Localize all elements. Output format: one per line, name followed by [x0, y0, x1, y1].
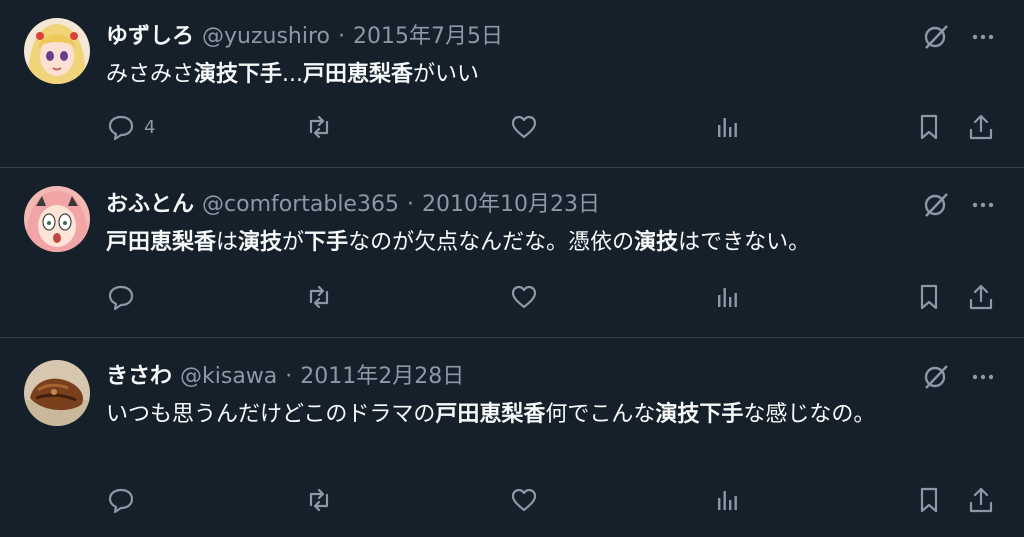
share-icon: [966, 112, 996, 142]
retweet-icon: [304, 112, 334, 142]
reply-button[interactable]: 4: [106, 112, 155, 142]
bookmark-button[interactable]: [914, 112, 944, 142]
more-icon[interactable]: [970, 192, 996, 218]
avatar[interactable]: [24, 360, 90, 426]
text-segment: ...: [282, 62, 304, 87]
views-button[interactable]: [712, 485, 742, 515]
bookmark-icon: [914, 485, 944, 515]
bookmark-button[interactable]: [914, 485, 944, 515]
tweet-text: 戸田恵梨香は演技が下手なのが欠点なんだな。憑依の演技はできない。: [106, 226, 986, 260]
username[interactable]: @yuzushiro: [202, 22, 330, 52]
like-icon: [509, 282, 539, 312]
tweet[interactable]: きさわ @kisawa · 2011年2月28日 いつも思うんだけどこのドラマの…: [0, 338, 1024, 537]
tweet-text: いつも思うんだけどこのドラマの戸田恵梨香何でこんな演技下手な感じなの。: [106, 398, 966, 432]
text-segment: がいい: [413, 62, 480, 87]
avatar[interactable]: [24, 18, 90, 84]
retweet-button[interactable]: [304, 485, 334, 515]
bookmark-button[interactable]: [914, 282, 944, 312]
retweet-button[interactable]: [304, 282, 334, 312]
bookmark-icon: [914, 282, 944, 312]
reply-icon: [106, 282, 136, 312]
text-segment: みさみさ: [106, 62, 195, 87]
more-icon[interactable]: [970, 24, 996, 50]
highlighted-text: 戸田恵梨香: [303, 62, 414, 87]
like-icon: [509, 112, 539, 142]
like-button[interactable]: [509, 282, 539, 312]
like-button[interactable]: [509, 485, 539, 515]
views-icon: [712, 282, 742, 312]
share-button[interactable]: [966, 485, 996, 515]
retweet-button[interactable]: [304, 112, 334, 142]
text-segment: な感じなの。: [743, 402, 876, 427]
tweet-header: きさわ @kisawa · 2011年2月28日: [106, 362, 464, 392]
share-button[interactable]: [966, 282, 996, 312]
tweet-text: みさみさ演技下手...戸田恵梨香がいい: [106, 58, 986, 92]
timestamp[interactable]: 2015年7月5日: [353, 22, 503, 52]
views-button[interactable]: [712, 282, 742, 312]
reply-icon: [106, 485, 136, 515]
text-segment: はできない。: [678, 230, 811, 255]
grok-icon[interactable]: [920, 190, 950, 220]
display-name[interactable]: きさわ: [106, 362, 172, 392]
retweet-icon: [304, 485, 334, 515]
bookmark-icon: [914, 112, 944, 142]
like-icon: [509, 485, 539, 515]
tweet-header: おふとん @comfortable365 · 2010年10月23日: [106, 190, 600, 220]
timestamp[interactable]: 2010年10月23日: [422, 190, 600, 220]
share-icon: [966, 485, 996, 515]
views-icon: [712, 485, 742, 515]
tweet-header: ゆずしろ @yuzushiro · 2015年7月5日: [106, 22, 503, 52]
retweet-icon: [304, 282, 334, 312]
separator: ·: [406, 192, 414, 217]
avatar[interactable]: [24, 186, 90, 252]
highlighted-text: 演技下手: [194, 62, 283, 87]
highlighted-text: 下手: [304, 230, 349, 255]
reply-button[interactable]: [106, 485, 144, 515]
reply-icon: [106, 112, 136, 142]
reply-button[interactable]: [106, 282, 144, 312]
share-icon: [966, 282, 996, 312]
text-segment: 何でこんな: [545, 402, 656, 427]
text-segment: が: [282, 230, 305, 255]
timestamp[interactable]: 2011年2月28日: [300, 362, 464, 392]
highlighted-text: 戸田恵梨香: [435, 402, 546, 427]
share-button[interactable]: [966, 112, 996, 142]
tweet[interactable]: おふとん @comfortable365 · 2010年10月23日 戸田恵梨香…: [0, 168, 1024, 338]
separator: ·: [285, 364, 293, 389]
display-name[interactable]: おふとん: [106, 190, 194, 220]
grok-icon[interactable]: [920, 362, 950, 392]
username[interactable]: @comfortable365: [202, 190, 399, 220]
text-segment: は: [216, 230, 239, 255]
text-segment: いつも思うんだけどこのドラマの: [106, 402, 436, 427]
like-button[interactable]: [509, 112, 539, 142]
more-icon[interactable]: [970, 364, 996, 390]
tweet[interactable]: ゆずしろ @yuzushiro · 2015年7月5日 みさみさ演技下手...戸…: [0, 0, 1024, 168]
highlighted-text: 戸田恵梨香: [106, 230, 217, 255]
highlighted-text: 演技: [238, 230, 283, 255]
highlighted-text: 演技: [634, 230, 679, 255]
text-segment: なのが欠点なんだな。憑依の: [348, 230, 635, 255]
grok-icon[interactable]: [920, 22, 950, 52]
views-icon: [712, 112, 742, 142]
username[interactable]: @kisawa: [180, 362, 277, 392]
display-name[interactable]: ゆずしろ: [106, 22, 194, 52]
reply-count: 4: [144, 116, 156, 138]
views-button[interactable]: [712, 112, 742, 142]
separator: ·: [338, 24, 346, 49]
highlighted-text: 演技下手: [655, 402, 744, 427]
